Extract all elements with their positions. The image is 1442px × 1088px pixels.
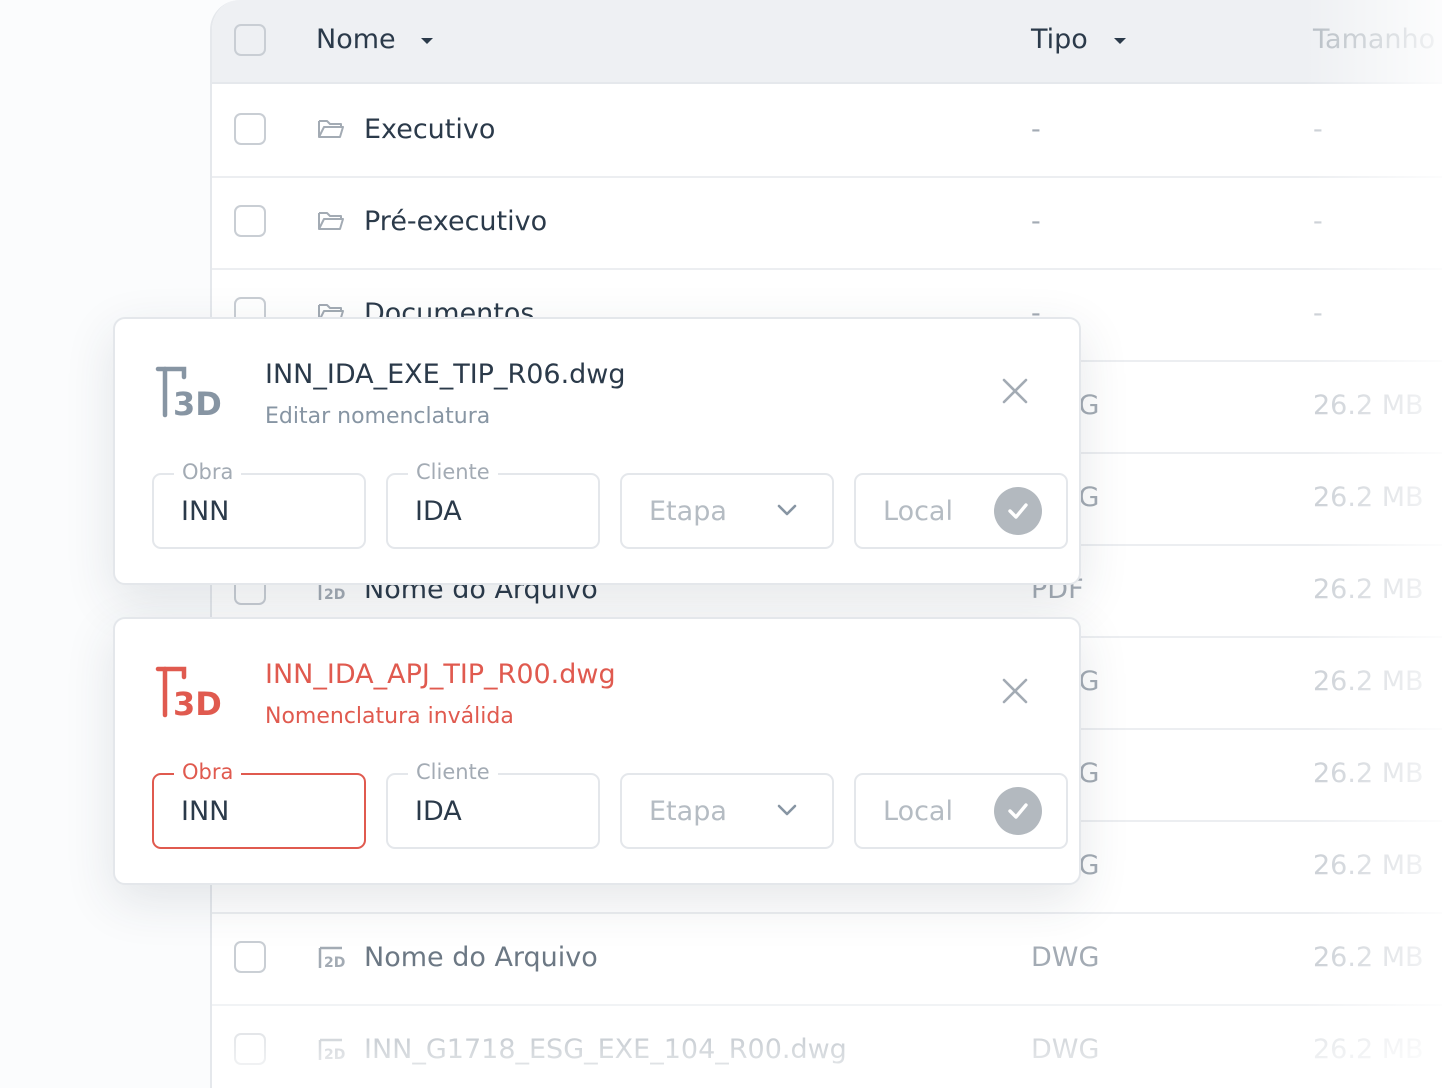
cliente-value[interactable]: IDA [415, 796, 462, 827]
column-header-name[interactable]: Nome [316, 24, 396, 55]
confirm-button[interactable] [994, 487, 1042, 535]
edit-nomenclature-card: 3D INN_IDA_EXE_TIP_R06.dwg Editar nomenc… [113, 317, 1081, 585]
file-3d-icon: 3D [155, 666, 222, 721]
file-type: - [1031, 206, 1041, 237]
file-type: - [1031, 114, 1041, 145]
obra-field[interactable]: Obra INN [152, 760, 366, 849]
file-type: DWG [1031, 1034, 1100, 1065]
chevron-down-icon[interactable] [776, 803, 798, 817]
column-header-size[interactable]: Tamanho [1313, 24, 1435, 55]
table-row[interactable]: Executivo - - [212, 84, 1442, 178]
cliente-label: Cliente [408, 460, 498, 484]
check-icon [1008, 503, 1028, 519]
card-filename: INN_IDA_APJ_TIP_R00.dwg [265, 659, 616, 690]
svg-text:2D: 2D [324, 955, 345, 971]
obra-label: Obra [174, 460, 242, 484]
obra-value[interactable]: INN [181, 796, 229, 827]
file-size: 26.2 MB [1313, 850, 1424, 881]
confirm-button[interactable] [994, 787, 1042, 835]
file-size: 26.2 MB [1313, 942, 1424, 973]
file-type: DWG [1031, 942, 1100, 973]
etapa-placeholder: Etapa [649, 496, 727, 527]
file-name: Nome do Arquivo [364, 942, 598, 973]
obra-label: Obra [174, 760, 242, 784]
close-icon[interactable] [1001, 677, 1029, 705]
row-checkbox[interactable] [234, 113, 266, 145]
table-row[interactable]: Pré-executivo - - [212, 176, 1442, 270]
obra-field[interactable]: Obra INN [152, 460, 366, 549]
file-size: - [1313, 206, 1323, 237]
file-size: - [1313, 298, 1323, 329]
card-filename: INN_IDA_EXE_TIP_R06.dwg [265, 359, 626, 390]
svg-text:3D: 3D [173, 385, 222, 421]
obra-value[interactable]: INN [181, 496, 229, 527]
svg-text:2D: 2D [324, 1047, 345, 1063]
table-row[interactable]: 2D Nome do Arquivo DWG 26.2 MB [212, 912, 1442, 1006]
row-checkbox[interactable] [234, 205, 266, 237]
svg-text:3D: 3D [173, 685, 222, 721]
file-size: 26.2 MB [1313, 482, 1424, 513]
row-checkbox[interactable] [234, 941, 266, 973]
card-subtitle: Editar nomenclatura [265, 404, 491, 429]
file-2d-icon: 2D [318, 1038, 345, 1063]
file-name: Pré-executivo [364, 206, 548, 237]
file-name: INN_G1718_ESG_EXE_104_R00.dwg [364, 1034, 847, 1065]
card-error-message: Nomenclatura inválida [265, 704, 514, 729]
file-name: Executivo [364, 114, 496, 145]
file-size: 26.2 MB [1313, 758, 1424, 789]
folder-icon [318, 120, 344, 138]
cliente-label: Cliente [408, 760, 498, 784]
local-placeholder: Local [883, 796, 953, 827]
file-size: 26.2 MB [1313, 1034, 1424, 1065]
folder-icon [318, 212, 344, 230]
chevron-down-icon[interactable] [776, 503, 798, 517]
svg-text:2D: 2D [324, 587, 345, 603]
table-row[interactable]: 2D INN_G1718_ESG_EXE_104_R00.dwg DWG 26.… [212, 1004, 1442, 1088]
file-size: 26.2 MB [1313, 574, 1424, 605]
etapa-placeholder: Etapa [649, 796, 727, 827]
select-all-checkbox[interactable] [234, 24, 266, 56]
etapa-select[interactable]: Etapa [620, 773, 834, 849]
sort-caret-icon[interactable] [421, 38, 433, 44]
row-checkbox[interactable] [234, 1033, 266, 1065]
close-icon[interactable] [1001, 377, 1029, 405]
cliente-field[interactable]: Cliente IDA [386, 760, 600, 849]
cliente-field[interactable]: Cliente IDA [386, 460, 600, 549]
local-placeholder: Local [883, 496, 953, 527]
invalid-nomenclature-card: 3D INN_IDA_APJ_TIP_R00.dwg Nomenclatura … [113, 617, 1081, 885]
table-header: Nome Tipo Tamanho [212, 0, 1442, 84]
file-3d-icon: 3D [155, 366, 222, 421]
file-size: 26.2 MB [1313, 666, 1424, 697]
file-size: 26.2 MB [1313, 390, 1424, 421]
column-header-type[interactable]: Tipo [1031, 24, 1088, 55]
check-icon [1008, 803, 1028, 819]
etapa-select[interactable]: Etapa [620, 473, 834, 549]
cliente-value[interactable]: IDA [415, 496, 462, 527]
sort-caret-icon[interactable] [1114, 38, 1126, 44]
file-size: - [1313, 114, 1323, 145]
file-2d-icon: 2D [318, 946, 345, 971]
